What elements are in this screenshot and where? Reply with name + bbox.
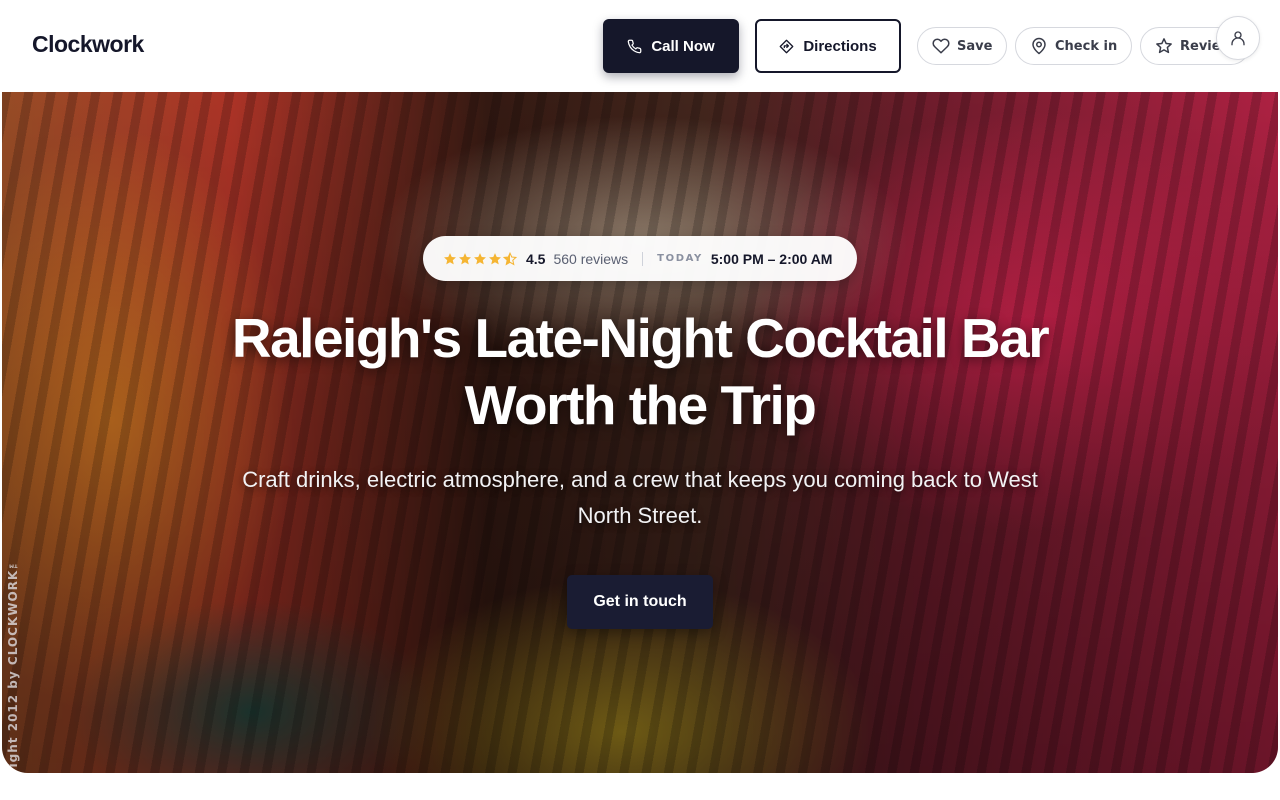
check-in-label: Check in — [1055, 38, 1118, 54]
get-in-touch-button[interactable]: Get in touch — [567, 575, 713, 629]
divider — [642, 251, 644, 266]
star-filled-icon — [444, 252, 456, 264]
heart-icon — [932, 37, 950, 55]
star-filled-icon — [474, 252, 486, 264]
directions-icon — [779, 39, 794, 54]
star-filled-icon — [489, 252, 501, 264]
map-pin-icon — [1030, 37, 1048, 55]
rating-value: 4.5 — [526, 250, 546, 267]
call-now-label: Call Now — [651, 37, 715, 55]
site-header: Clockwork Call Now Directions Save Check… — [0, 0, 1280, 92]
photo-watermark: © Copyright 2012 by CLOCKWORK™ — [6, 554, 20, 773]
star-filled-icon — [459, 252, 471, 264]
directions-button[interactable]: Directions — [755, 19, 901, 73]
today-label: TODAY — [657, 253, 703, 264]
check-in-button[interactable]: Check in — [1015, 27, 1132, 65]
rating-stars — [443, 251, 517, 266]
opening-hours: 5:00 PM – 2:00 AM — [710, 250, 833, 267]
account-button[interactable] — [1216, 16, 1260, 60]
star-icon — [1155, 37, 1173, 55]
review-count[interactable]: 560 reviews — [553, 251, 628, 267]
hero-subtitle: Craft drinks, electric atmosphere, and a… — [242, 467, 1038, 528]
call-now-button[interactable]: Call Now — [603, 19, 739, 73]
brand-logo[interactable]: Clockwork — [32, 31, 144, 58]
save-button[interactable]: Save — [917, 27, 1007, 65]
hero-title: Raleigh's Late-Night Cocktail Bar Worth … — [231, 307, 1050, 436]
directions-label: Directions — [803, 37, 877, 55]
phone-icon — [627, 39, 642, 54]
user-icon — [1229, 29, 1247, 47]
rating-hours-bar: 4.5 560 reviews TODAY 5:00 PM – 2:00 AM — [423, 236, 857, 281]
star-half-icon — [503, 251, 517, 265]
save-label: Save — [957, 38, 993, 54]
